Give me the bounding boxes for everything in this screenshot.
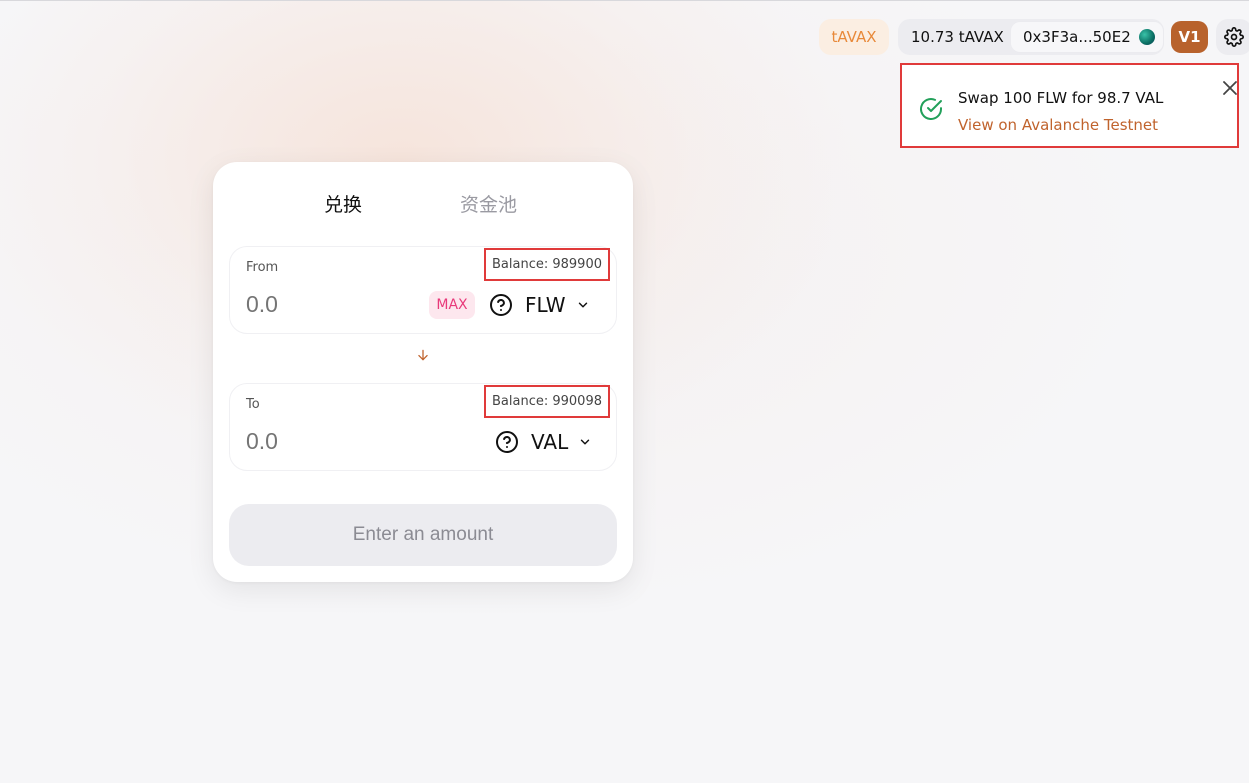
question-circle-icon [490, 294, 512, 316]
tab-swap[interactable]: 兑换 [324, 190, 362, 217]
wallet-address-button[interactable]: 0x3F3a...50E2 [1010, 21, 1164, 53]
to-token-name: VAL [531, 430, 569, 454]
wallet-address: 0x3F3a...50E2 [1023, 28, 1131, 46]
to-amount-input[interactable] [246, 428, 406, 455]
network-badge[interactable]: tAVAX [819, 19, 889, 55]
to-field: To Balance: 990098 VAL [229, 383, 617, 471]
toast-title: Swap 100 FLW for 98.7 VAL [958, 89, 1164, 107]
from-token-name: FLW [525, 293, 566, 317]
transaction-toast: Swap 100 FLW for 98.7 VAL View on Avalan… [900, 63, 1239, 148]
version-button[interactable]: V1 [1171, 21, 1208, 53]
chevron-down-icon [581, 439, 590, 445]
from-balance: Balance: 989900 [484, 248, 610, 281]
tab-pool[interactable]: 资金池 [460, 190, 517, 217]
identicon-icon [1138, 29, 1155, 45]
enter-amount-button[interactable]: Enter an amount [229, 504, 617, 566]
from-amount-input[interactable] [246, 291, 406, 318]
chevron-down-icon [578, 302, 587, 308]
arrow-down-icon[interactable] [416, 348, 430, 362]
gear-icon [1224, 27, 1244, 47]
settings-button[interactable] [1216, 19, 1249, 55]
explorer-link[interactable]: View on Avalanche Testnet [958, 116, 1158, 134]
account-pill[interactable]: 10.73 tAVAX 0x3F3a...50E2 [898, 19, 1164, 55]
question-circle-icon [496, 431, 518, 453]
to-balance: Balance: 990098 [484, 385, 610, 418]
to-token-selector[interactable]: VAL [495, 428, 592, 456]
from-label: From [246, 260, 279, 275]
from-token-selector[interactable]: FLW [489, 291, 590, 319]
to-label: To [246, 397, 260, 412]
wallet-balance: 10.73 tAVAX [911, 28, 1004, 46]
top-border [0, 0, 1249, 1]
swap-card: 兑换 资金池 From Balance: 989900 MAX FLW To B… [213, 162, 633, 582]
check-circle-icon [920, 98, 942, 120]
from-field: From Balance: 989900 MAX FLW [229, 246, 617, 334]
max-button[interactable]: MAX [429, 291, 475, 319]
close-icon[interactable] [1222, 80, 1238, 96]
